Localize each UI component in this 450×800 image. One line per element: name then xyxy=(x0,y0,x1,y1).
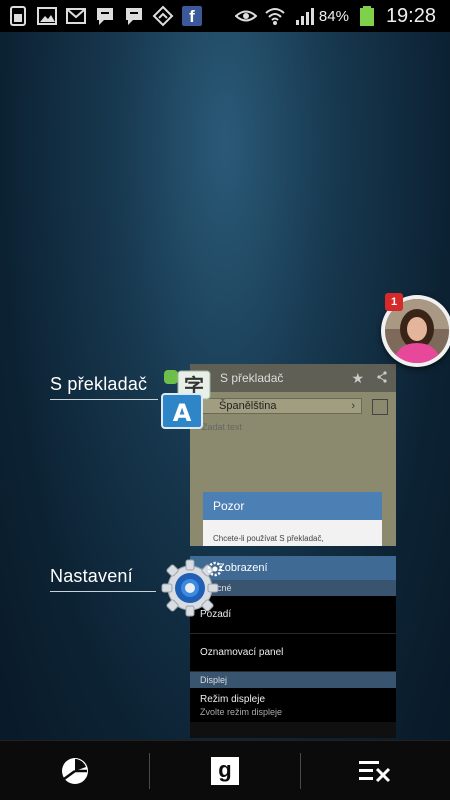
text-input-placeholder: Zadat text xyxy=(202,422,243,432)
settings-section-display: Displej xyxy=(190,672,396,688)
svg-text:A: A xyxy=(173,399,192,427)
display-mode-subtitle: Zvolte režim displeje xyxy=(200,707,283,717)
hangouts-icon xyxy=(94,5,116,27)
star-icon: ★ xyxy=(351,369,364,386)
settings-section-general: Obecné xyxy=(190,580,396,596)
google-search-icon: g xyxy=(210,756,239,785)
label-divider xyxy=(50,591,156,592)
status-bar: f 84% 19:28 xyxy=(0,0,450,32)
task-manager-icon xyxy=(61,757,88,784)
unread-badge: 1 xyxy=(385,293,403,311)
clear-all-button[interactable] xyxy=(301,741,450,800)
label-divider xyxy=(50,399,158,400)
chevron-right-icon: › xyxy=(351,400,355,412)
display-mode-title: Režim displeje xyxy=(200,694,266,705)
facebook-icon: f xyxy=(181,5,203,27)
wifi-icon xyxy=(264,5,286,27)
sim-icon xyxy=(7,5,29,27)
task-manager-button[interactable] xyxy=(0,741,149,800)
feedly-icon xyxy=(152,5,174,27)
expand-icon xyxy=(372,399,388,415)
settings-item-display-mode: Režim displeje Zvolte režim displeje xyxy=(190,688,396,722)
recent-app-label-translator[interactable]: S překladač xyxy=(50,374,147,395)
clock: 19:28 xyxy=(385,4,436,27)
settings-item-background: Pozadí xyxy=(190,596,396,634)
signal-icon xyxy=(293,5,315,27)
settings-item-notification-panel: Oznamovací panel xyxy=(190,634,396,672)
settings-title: Zobrazení xyxy=(218,562,268,574)
clear-all-icon xyxy=(359,760,391,782)
language-label: Španělština xyxy=(219,400,277,412)
language-selector: Španělština › xyxy=(198,398,362,414)
hangouts-icon xyxy=(123,5,145,27)
recent-apps-bottom-bar: g xyxy=(0,740,450,800)
share-icon xyxy=(376,370,388,387)
status-icons: 84% 19:28 xyxy=(228,0,450,32)
google-search-button[interactable]: g xyxy=(150,741,299,800)
translator-header: S překladač ★ xyxy=(190,364,396,392)
dialog-title: Pozor xyxy=(203,492,382,520)
recent-app-card-settings[interactable]: Zobrazení Obecné Pozadí Oznamovací panel… xyxy=(190,556,396,738)
translator-app-icon[interactable]: 字 A xyxy=(160,368,216,430)
eye-icon xyxy=(234,5,257,27)
recent-app-label-settings[interactable]: Nastavení xyxy=(50,566,133,587)
dialog-text: Chcete-li používat S překladač, xyxy=(213,534,324,543)
translator-title: S překladač xyxy=(220,371,284,385)
battery-icon xyxy=(356,5,378,27)
recent-app-card-translator[interactable]: S překladač ★ Španělština › Zadat text P… xyxy=(190,364,396,546)
settings-header-gear-icon xyxy=(207,561,223,577)
image-icon xyxy=(36,5,58,27)
warning-dialog: Pozor Chcete-li používat S překladač, xyxy=(203,492,382,546)
battery-percent: 84% xyxy=(318,7,349,25)
gmail-icon xyxy=(65,5,87,27)
